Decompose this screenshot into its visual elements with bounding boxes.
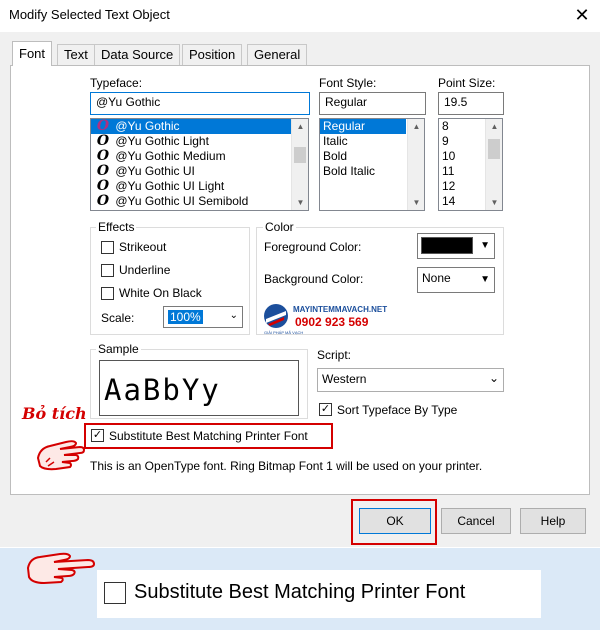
typeface-input[interactable]: @Yu Gothic xyxy=(90,92,310,115)
sample-text: AaBbYy xyxy=(104,373,221,407)
substitute-printer-font-checkbox-zoom xyxy=(104,582,126,604)
scroll-up-icon[interactable]: ▲ xyxy=(292,119,308,134)
point-size-input[interactable]: 19.5 xyxy=(438,92,504,115)
typeface-scrollbar[interactable]: ▲ ▼ xyxy=(291,119,308,210)
background-color-value: None xyxy=(422,271,451,285)
background-color-label: Background Color: xyxy=(264,272,364,286)
tab-data-source[interactable]: Data Source xyxy=(94,44,181,65)
scale-value: 100% xyxy=(168,310,203,324)
opentype-font-icon: O xyxy=(96,193,110,209)
ok-button[interactable]: OK xyxy=(359,508,431,534)
color-title: Color xyxy=(263,220,296,234)
typeface-list[interactable]: O @Yu Gothic O @Yu Gothic Light O @Yu Go… xyxy=(90,118,309,211)
chevron-down-icon: ▼ xyxy=(480,240,490,251)
white-on-black-label: White On Black xyxy=(119,286,202,300)
white-on-black-checkbox[interactable] xyxy=(101,287,114,300)
scale-label: Scale: xyxy=(101,311,135,325)
tab-general[interactable]: General xyxy=(247,44,308,65)
scroll-down-icon[interactable]: ▼ xyxy=(486,195,502,210)
script-value: Western xyxy=(322,372,367,386)
watermark-tagline: GIẢI PHÁP MÃ VẠCH xyxy=(264,330,304,335)
substitute-printer-font-checkbox[interactable]: ✓ xyxy=(91,429,104,442)
point-size-scrollbar[interactable]: ▲ ▼ xyxy=(485,119,502,210)
list-item[interactable]: Regular xyxy=(320,119,406,134)
scroll-thumb[interactable] xyxy=(294,147,306,163)
strikeout-checkbox[interactable] xyxy=(101,241,114,254)
list-item[interactable]: O @Yu Gothic UI xyxy=(91,164,308,179)
substitute-printer-font-label: Substitute Best Matching Printer Font xyxy=(109,429,308,443)
script-label: Script: xyxy=(317,348,352,362)
scroll-down-icon[interactable]: ▼ xyxy=(408,195,424,210)
chevron-down-icon: ⌄ xyxy=(488,371,499,385)
font-style-scrollbar[interactable]: ▲ ▼ xyxy=(407,119,424,210)
color-swatch xyxy=(421,237,473,254)
underline-label: Underline xyxy=(119,263,171,277)
sort-typeface-label: Sort Typeface By Type xyxy=(337,403,458,417)
foreground-color-combo[interactable]: ▼ xyxy=(417,233,495,259)
sample-preview: AaBbYy xyxy=(99,360,299,416)
watermark-logo-icon xyxy=(263,303,289,329)
sort-typeface-checkbox[interactable]: ✓ xyxy=(319,403,332,416)
watermark-brand: MAYINTEMMAVACH.NET xyxy=(293,305,388,314)
info-text: This is an OpenType font. Ring Bitmap Fo… xyxy=(90,459,483,473)
strikeout-label: Strikeout xyxy=(119,240,167,254)
background-color-combo[interactable]: None ▼ xyxy=(417,267,495,293)
opentype-font-icon: O xyxy=(96,133,110,149)
font-style-input[interactable]: Regular xyxy=(319,92,426,115)
pointing-hand-icon xyxy=(24,548,100,585)
zoom-callout: Substitute Best Matching Printer Font xyxy=(0,548,600,630)
list-item[interactable]: O @Yu Gothic UI Light xyxy=(91,179,308,194)
typeface-label: Typeface: xyxy=(90,76,143,90)
point-size-label: Point Size: xyxy=(438,76,496,90)
opentype-font-icon: O xyxy=(96,163,110,179)
opentype-font-icon: O xyxy=(96,118,110,134)
list-item[interactable]: O @Yu Gothic xyxy=(91,119,308,134)
opentype-font-icon: O xyxy=(96,178,110,194)
annotation-text: Bỏ tích xyxy=(22,404,87,423)
underline-checkbox[interactable] xyxy=(101,264,114,277)
font-style-label: Font Style: xyxy=(319,76,377,90)
watermark-phone: 0902 923 569 xyxy=(295,315,369,329)
opentype-font-icon: O xyxy=(96,148,110,164)
callout-panel: Substitute Best Matching Printer Font xyxy=(97,570,541,618)
chevron-down-icon: ⌄ xyxy=(229,310,238,321)
script-combo[interactable]: Western ⌄ xyxy=(317,368,504,392)
scale-combo[interactable]: 100% ⌄ xyxy=(163,306,243,328)
tab-position[interactable]: Position xyxy=(182,44,243,65)
sample-title: Sample xyxy=(96,342,141,356)
chevron-down-icon: ▼ xyxy=(480,274,490,285)
scroll-up-icon[interactable]: ▲ xyxy=(408,119,424,134)
scroll-thumb[interactable] xyxy=(488,139,500,159)
list-item[interactable]: O @Yu Gothic UI Semibold xyxy=(91,194,308,209)
title-bar: Modify Selected Text Object ✕ xyxy=(0,0,600,32)
pointing-hand-icon xyxy=(36,428,86,474)
list-item[interactable]: O @Yu Gothic Medium xyxy=(91,149,308,164)
window-title: Modify Selected Text Object xyxy=(9,7,170,22)
close-icon[interactable]: ✕ xyxy=(572,4,592,26)
font-style-list[interactable]: Regular Italic Bold Bold Italic ▲ ▼ xyxy=(319,118,425,211)
scroll-down-icon[interactable]: ▼ xyxy=(292,195,308,210)
help-button[interactable]: Help xyxy=(520,508,586,534)
point-size-list[interactable]: 8 9 10 11 12 14 ▲ ▼ xyxy=(438,118,503,211)
tab-font[interactable]: Font xyxy=(12,41,53,66)
callout-label: Substitute Best Matching Printer Font xyxy=(134,581,466,603)
effects-title: Effects xyxy=(96,220,137,234)
list-item[interactable]: O @Yu Gothic Light xyxy=(91,134,308,149)
cancel-button[interactable]: Cancel xyxy=(441,508,511,534)
scroll-up-icon[interactable]: ▲ xyxy=(486,119,502,134)
foreground-color-label: Foreground Color: xyxy=(264,240,362,254)
tab-text[interactable]: Text xyxy=(57,44,95,65)
